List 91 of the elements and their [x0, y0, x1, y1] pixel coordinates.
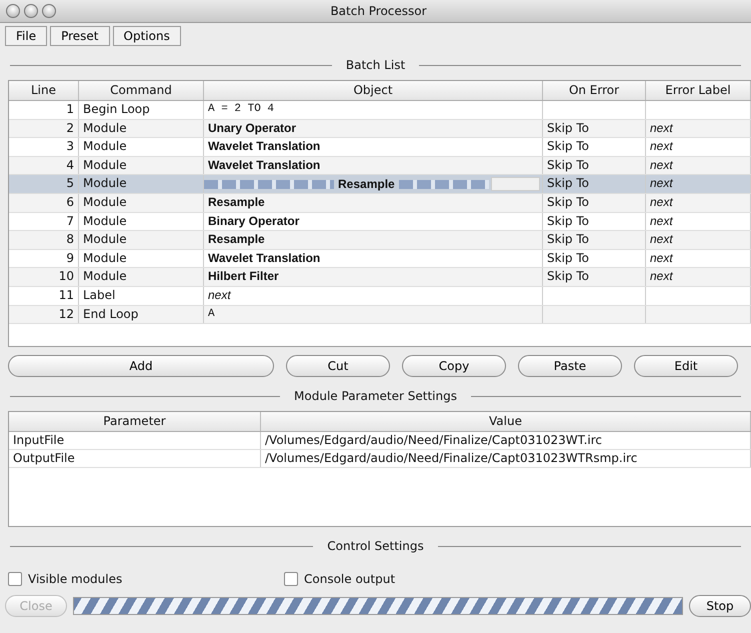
table-cell: A = 2 TO 4 — [204, 101, 543, 119]
menu-item[interactable]: Preset — [50, 26, 110, 46]
table-row[interactable]: 2 Module Unary Operator Skip To next — [9, 120, 751, 138]
table-cell: Resample — [204, 194, 543, 212]
table-cell: Wavelet Translation — [204, 250, 543, 268]
table-cell: Module — [79, 138, 204, 156]
column-header[interactable]: Error Label — [646, 81, 751, 100]
table-cell: Module — [79, 120, 204, 138]
progress-cell: Resample — [204, 175, 543, 193]
window-control-icon[interactable] — [42, 4, 56, 18]
section-title: Batch List — [346, 58, 406, 72]
table-cell: 12 — [9, 306, 79, 324]
table-cell: next — [646, 231, 751, 249]
table-cell: Label — [79, 286, 204, 305]
table-cell: 11 — [9, 286, 79, 305]
table-cell: Wavelet Translation — [204, 138, 543, 156]
action-button[interactable]: Edit — [634, 355, 738, 378]
window-control-icon[interactable] — [24, 4, 38, 18]
table-cell: Skip To — [543, 120, 646, 138]
checkbox[interactable] — [284, 572, 298, 586]
table-cell: Module — [79, 212, 204, 230]
table-row[interactable]: 5 Module Resample Skip To next — [9, 175, 751, 194]
column-header[interactable]: Object — [204, 81, 543, 100]
action-button[interactable]: Paste — [518, 355, 622, 378]
table-cell: next — [646, 268, 751, 286]
table-cell: 5 — [9, 175, 79, 193]
table-cell: next — [646, 156, 751, 174]
table-cell: 6 — [9, 194, 79, 212]
table-cell: End Loop — [79, 306, 204, 324]
table-cell: Module — [79, 231, 204, 249]
table-row[interactable]: 6 Module Resample Skip To next — [9, 194, 751, 213]
table-cell: Module — [79, 268, 204, 286]
table-cell: Skip To — [543, 212, 646, 230]
column-header[interactable]: On Error — [543, 81, 646, 100]
column-header[interactable]: Value — [261, 412, 751, 432]
window-title: Batch Processor — [330, 4, 427, 18]
table-cell: Module — [79, 156, 204, 174]
table-cell: Wavelet Translation — [204, 156, 543, 174]
table-cell: next — [646, 175, 751, 193]
table-cell: A — [204, 306, 543, 324]
column-header[interactable]: Command — [79, 81, 204, 100]
table-cell: Module — [79, 250, 204, 268]
action-button[interactable]: Cut — [286, 355, 390, 378]
checkbox[interactable] — [8, 572, 22, 586]
section-title: Module Parameter Settings — [294, 389, 457, 404]
action-button[interactable]: Copy — [402, 355, 506, 378]
table-cell: /Volumes/Edgard/audio/Need/Finalize/Capt031023WTRsmp.irc — [261, 450, 751, 468]
column-header[interactable]: Line — [9, 81, 79, 100]
menu-item[interactable]: Options — [112, 26, 181, 46]
menu-item[interactable]: File — [5, 26, 48, 46]
table-cell: Unary Operator — [204, 120, 543, 138]
table-cell: 9 — [9, 250, 79, 268]
table-cell: next — [646, 120, 751, 138]
stop-button[interactable]: Stop — [689, 595, 751, 618]
table-cell: Skip To — [543, 175, 646, 193]
table-row[interactable]: 8 Module Resample Skip To next — [9, 231, 751, 250]
table-cell: Skip To — [543, 250, 646, 268]
table-cell: next — [646, 250, 751, 268]
table-cell: Skip To — [543, 138, 646, 156]
table-row[interactable]: 4 Module Wavelet Translation Skip To next — [9, 156, 751, 176]
table-cell: Skip To — [543, 194, 646, 212]
table-cell: Skip To — [543, 231, 646, 249]
section-title: Control Settings — [327, 539, 424, 554]
table-cell: Skip To — [543, 268, 646, 286]
table-cell: 7 — [9, 212, 79, 230]
action-button[interactable]: Add — [8, 355, 274, 378]
table-cell: 1 — [9, 101, 79, 119]
table-cell: Skip To — [543, 156, 646, 174]
table-cell: next — [646, 212, 751, 230]
table-cell: 4 — [9, 156, 79, 174]
table-cell: InputFile — [9, 432, 261, 450]
table-cell: 2 — [9, 120, 79, 138]
table-cell: 3 — [9, 138, 79, 156]
table-cell: next — [646, 194, 751, 212]
column-header[interactable]: Parameter — [9, 412, 261, 432]
table-cell: 10 — [9, 268, 79, 286]
table-cell: Hilbert Filter — [204, 268, 543, 286]
table-cell: Begin Loop — [79, 101, 204, 119]
table-row[interactable]: 12 End Loop A — [9, 306, 751, 324]
window-control-icon[interactable] — [6, 4, 20, 18]
table-cell: 8 — [9, 231, 79, 249]
checkbox-label: Visible modules — [28, 572, 122, 586]
table-cell: OutputFile — [9, 450, 261, 468]
table-cell: /Volumes/Edgard/audio/Need/Finalize/Capt031023WT.irc — [261, 432, 751, 450]
table-cell: next — [646, 138, 751, 156]
checkbox-label: Console output — [304, 572, 396, 586]
table-cell: Binary Operator — [204, 212, 543, 230]
table-cell: next — [204, 286, 543, 305]
table-cell: Resample — [204, 231, 543, 249]
table-row[interactable]: 10 Module Hilbert Filter Skip To next — [9, 268, 751, 287]
table-cell: Module — [79, 194, 204, 212]
